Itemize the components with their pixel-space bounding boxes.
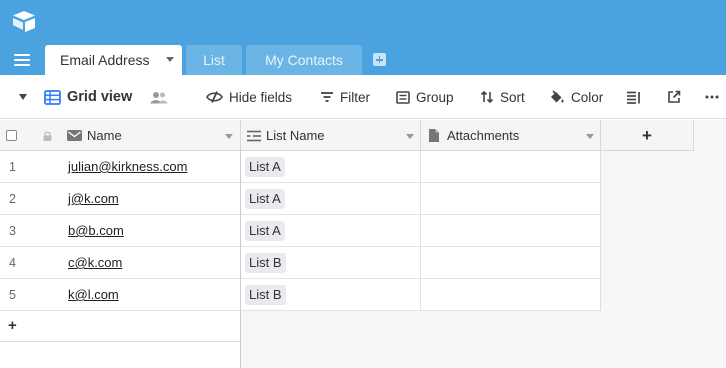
add-table-icon[interactable] [373,53,386,66]
column-name-label: Name [87,128,122,143]
linked-record-pill[interactable]: List B [245,285,286,305]
grid-data-columns: List A List A List A List B List B [241,151,601,311]
row-number: 3 [9,224,16,238]
add-record-icon: + [8,317,17,334]
collaborators-icon[interactable] [150,75,174,119]
group-icon [396,90,410,104]
linked-record-pill[interactable]: List A [245,157,285,177]
column-menu-chevron-icon[interactable] [406,134,414,139]
color-label: Color [571,89,604,105]
eye-slash-icon [206,91,223,103]
sort-icon [480,90,494,104]
column-header-attachments[interactable]: Attachments [421,120,601,151]
row-height-icon[interactable] [626,75,647,119]
column-list-name-label: List Name [266,128,325,143]
table-row[interactable]: List A [241,183,600,215]
table-tabs-bar: Email Address List My Contacts [0,44,726,75]
group-label: Group [416,89,454,105]
view-toolbar: Grid view Hide fields Filter Group Sort … [0,75,726,119]
data-grid: Name List Name Attachments + 1 julian@ki… [0,120,726,368]
lock-icon [43,120,52,151]
table-row[interactable]: List B [241,279,600,311]
table-row[interactable]: 3 b@b.com [0,215,240,247]
sort-label: Sort [500,89,525,105]
table-row[interactable]: 2 j@k.com [0,183,240,215]
view-name: Grid view [67,89,133,105]
column-menu-chevron-icon[interactable] [586,134,594,139]
grid-primary-column: 1 julian@kirkness.com 2 j@k.com 3 b@b.co… [0,151,241,368]
app-header [0,0,726,44]
tab-list[interactable]: List [186,45,242,75]
filter-button[interactable]: Filter [320,75,370,119]
hide-fields-button[interactable]: Hide fields [206,75,292,119]
linked-record-pill[interactable]: List A [245,221,285,241]
add-record-row[interactable]: + [0,311,240,342]
airtable-logo-icon[interactable] [12,10,36,32]
row-number: 4 [9,256,16,270]
color-button[interactable]: Color [549,75,603,119]
grid-header-row: Name List Name Attachments + [0,120,694,151]
view-switcher[interactable]: Grid view [44,75,132,119]
table-row[interactable]: List A [241,151,600,183]
column-menu-chevron-icon[interactable] [225,134,233,139]
add-field-icon: + [642,125,652,145]
add-field-button[interactable]: + [601,120,693,151]
row-number: 5 [9,288,16,302]
share-external-icon[interactable] [667,75,687,119]
column-header-name[interactable]: Name [67,120,240,151]
tab-my-contacts[interactable]: My Contacts [246,45,362,75]
column-header-list-name[interactable]: List Name [241,120,421,151]
email-cell[interactable]: c@k.com [68,255,122,270]
column-attachments-label: Attachments [447,128,520,143]
chevron-down-icon[interactable] [166,57,174,62]
row-number: 1 [9,160,16,174]
email-cell[interactable]: k@l.com [68,287,119,302]
hide-fields-label: Hide fields [229,89,293,105]
select-all-checkbox[interactable] [6,120,17,151]
table-row[interactable]: 1 julian@kirkness.com [0,151,240,183]
tab-label: Email Address [60,52,150,68]
tab-email-address[interactable]: Email Address [45,45,182,75]
view-menu-chevron-icon[interactable] [19,94,27,100]
table-row[interactable]: 4 c@k.com [0,247,240,279]
table-row[interactable]: List A [241,215,600,247]
linked-record-pill[interactable]: List A [245,189,285,209]
document-icon [429,129,439,142]
filter-icon [321,92,333,102]
linked-record-pill[interactable]: List B [245,253,286,273]
column-divider [693,120,694,151]
sort-button[interactable]: Sort [480,75,525,119]
paint-bucket-icon [551,89,564,102]
table-row[interactable]: List B [241,247,600,279]
email-cell[interactable]: julian@kirkness.com [68,159,187,174]
filter-label: Filter [340,89,370,105]
more-options-icon[interactable] [705,75,725,119]
grid-view-icon [44,89,61,105]
envelope-icon [67,130,82,141]
email-cell[interactable]: b@b.com [68,223,124,238]
linked-record-icon [247,130,261,141]
hamburger-menu-icon[interactable] [14,54,30,66]
email-cell[interactable]: j@k.com [68,191,119,206]
group-button[interactable]: Group [396,75,454,119]
row-number: 2 [9,192,16,206]
table-row[interactable]: 5 k@l.com [0,279,240,311]
